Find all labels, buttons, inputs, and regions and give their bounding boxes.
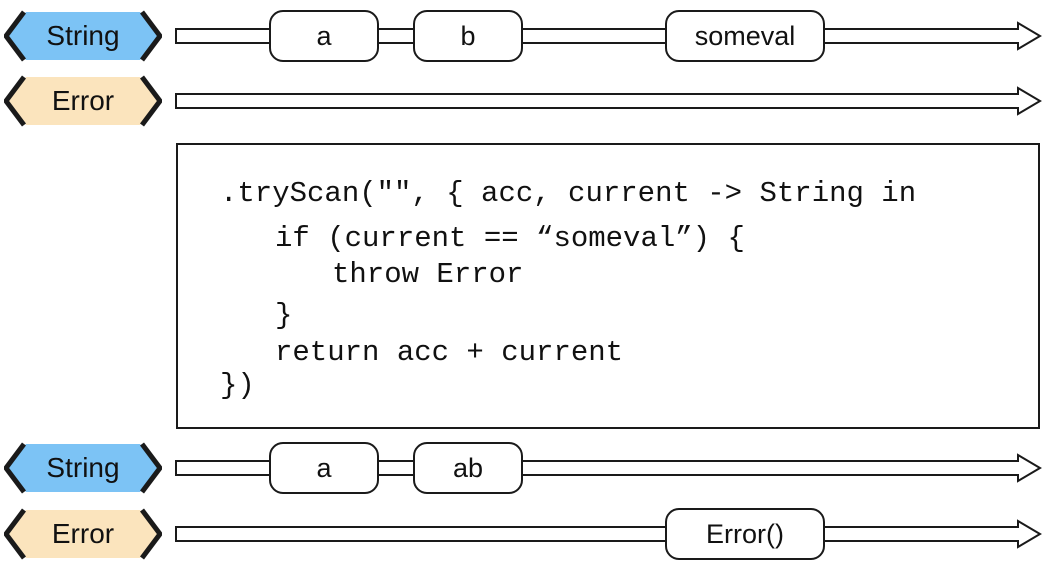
code-line-5: return acc + current (275, 336, 624, 369)
output-error-type-label: Error (51, 518, 115, 549)
code-line-3: throw Error (332, 258, 524, 291)
output-error-type-badge: Error (4, 508, 162, 560)
output-string-lane: String a ab (0, 438, 1060, 498)
operator-code-box: .tryScan("", { acc, current -> String in… (176, 143, 1040, 429)
input-string-lane: String a b someval (0, 6, 1060, 66)
input-string-type-badge: String (4, 10, 162, 62)
output-error-lane: Error Error() (0, 504, 1060, 564)
input-error-lane: Error (0, 71, 1060, 131)
input-string-event-a: a (269, 10, 379, 62)
code-line-1: .tryScan("", { acc, current -> String in (220, 177, 917, 210)
output-string-type-badge: String (4, 442, 162, 494)
input-string-event-b: b (413, 10, 523, 62)
input-error-type-badge: Error (4, 75, 162, 127)
code-line-6: }) (220, 369, 255, 402)
code-line-4: } (275, 299, 293, 332)
input-string-type-label: String (46, 20, 120, 51)
code-line-2: if (current == “someval”) { (275, 222, 745, 255)
output-string-event-ab: ab (413, 442, 523, 494)
input-error-type-label: Error (51, 85, 115, 116)
output-string-event-a: a (269, 442, 379, 494)
input-string-event-someval: someval (665, 10, 825, 62)
output-string-type-label: String (46, 452, 120, 483)
output-error-event-error: Error() (665, 508, 825, 560)
